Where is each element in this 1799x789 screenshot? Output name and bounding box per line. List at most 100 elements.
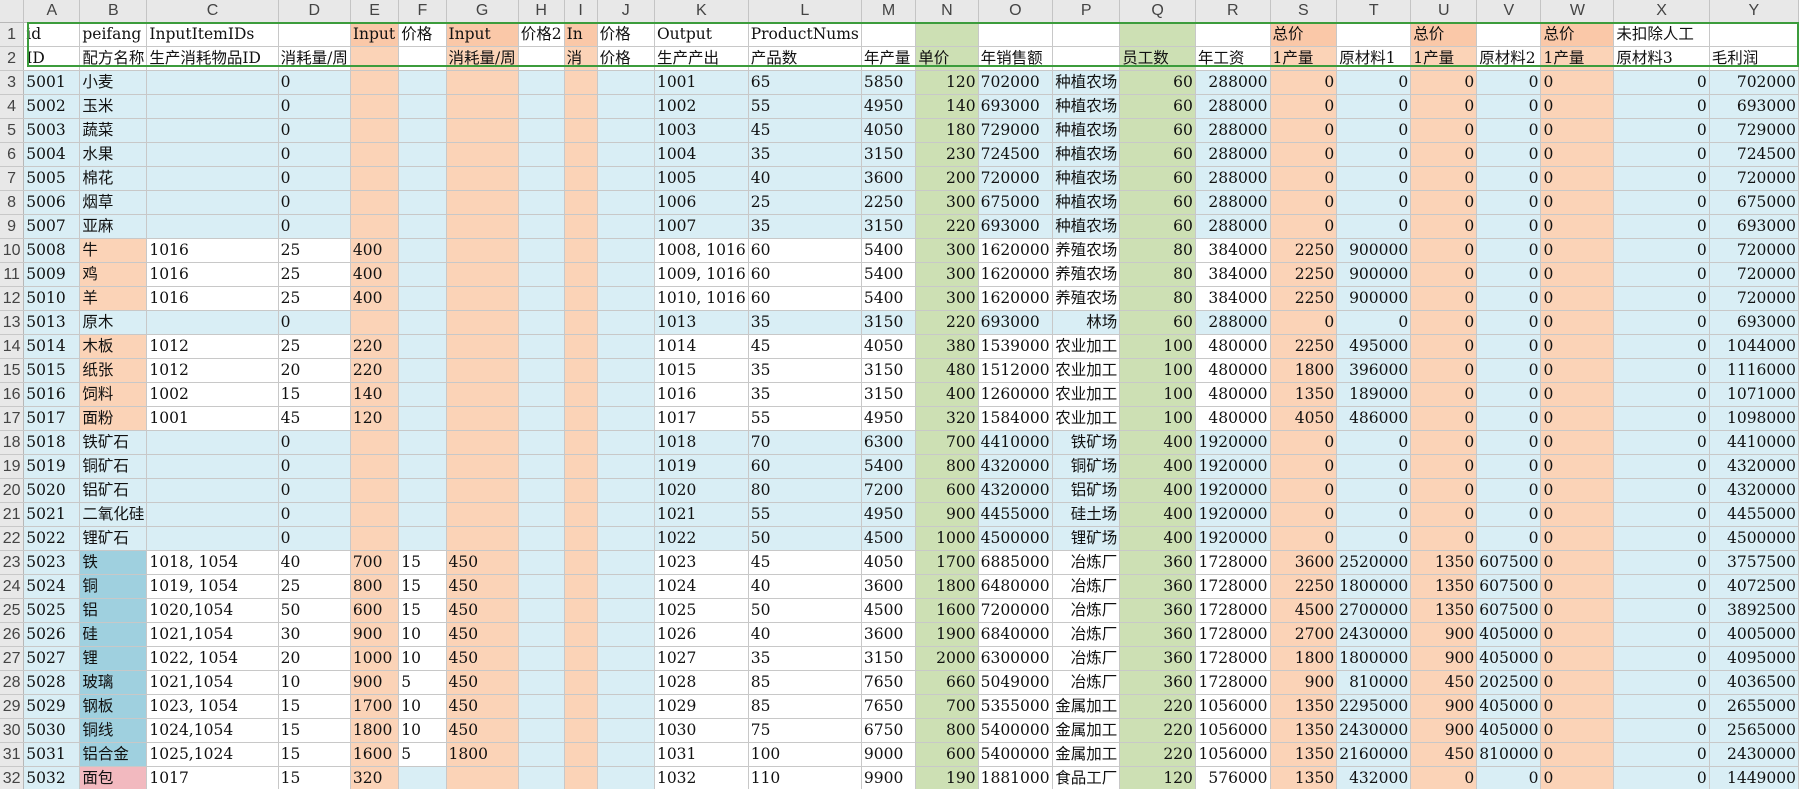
- cell-i17[interactable]: [564, 406, 598, 431]
- cell-d4[interactable]: 0: [278, 94, 351, 119]
- cell-n2[interactable]: 单价: [915, 46, 979, 71]
- cell-k28[interactable]: 1028: [654, 670, 749, 695]
- cell-m26[interactable]: 3600: [861, 622, 917, 647]
- cell-g12[interactable]: [446, 286, 519, 311]
- cell-m21[interactable]: 4950: [861, 502, 917, 527]
- cell-v6[interactable]: 0: [1476, 142, 1542, 167]
- cell-p18[interactable]: 铁矿场: [1052, 430, 1121, 455]
- cell-j28[interactable]: [597, 670, 655, 695]
- cell-w16[interactable]: 0: [1540, 382, 1615, 407]
- cell-q20[interactable]: 400: [1119, 478, 1196, 503]
- cell-u6[interactable]: 0: [1410, 142, 1478, 167]
- cell-l11[interactable]: 60: [748, 262, 862, 287]
- cell-i9[interactable]: [564, 214, 598, 239]
- cell-q6[interactable]: 60: [1119, 142, 1196, 167]
- cell-q30[interactable]: 220: [1119, 718, 1196, 743]
- cell-e24[interactable]: 800: [350, 574, 400, 599]
- cell-a24[interactable]: 5024: [23, 574, 81, 599]
- cell-w1[interactable]: 总价: [1540, 22, 1615, 47]
- cell-d9[interactable]: 0: [278, 214, 351, 239]
- cell-m6[interactable]: 3150: [861, 142, 917, 167]
- cell-x21[interactable]: 0: [1613, 502, 1710, 527]
- cell-a12[interactable]: 5010: [23, 286, 81, 311]
- cell-y4[interactable]: 693000: [1709, 94, 1799, 119]
- cell-p11[interactable]: 养殖农场: [1052, 262, 1121, 287]
- cell-o20[interactable]: 4320000: [978, 478, 1054, 503]
- cell-d18[interactable]: 0: [278, 430, 351, 455]
- cell-f18[interactable]: [398, 430, 447, 455]
- cell-y7[interactable]: 720000: [1709, 166, 1799, 191]
- cell-w5[interactable]: 0: [1540, 118, 1615, 143]
- cell-k21[interactable]: 1021: [654, 502, 749, 527]
- cell-v15[interactable]: 0: [1476, 358, 1542, 383]
- cell-a1[interactable]: id: [23, 22, 81, 47]
- cell-m1[interactable]: [861, 22, 917, 47]
- column-header-u[interactable]: U: [1410, 0, 1478, 23]
- cell-e28[interactable]: 900: [350, 670, 400, 695]
- cell-v5[interactable]: 0: [1476, 118, 1542, 143]
- cell-y32[interactable]: 1449000: [1709, 766, 1799, 789]
- cell-i10[interactable]: [564, 238, 598, 263]
- cell-g20[interactable]: [446, 478, 519, 503]
- cell-a18[interactable]: 5018: [23, 430, 81, 455]
- cell-j7[interactable]: [597, 166, 655, 191]
- cell-t16[interactable]: 189000: [1336, 382, 1412, 407]
- cell-c22[interactable]: [146, 526, 279, 551]
- cell-n5[interactable]: 180: [915, 118, 979, 143]
- cell-b26[interactable]: 硅: [79, 622, 148, 647]
- cell-k30[interactable]: 1030: [654, 718, 749, 743]
- cell-h30[interactable]: [518, 718, 565, 743]
- cell-a19[interactable]: 5019: [23, 454, 81, 479]
- cell-e27[interactable]: 1000: [350, 646, 400, 671]
- cell-s4[interactable]: 0: [1270, 94, 1338, 119]
- cell-k13[interactable]: 1013: [654, 310, 749, 335]
- cell-i31[interactable]: [564, 742, 598, 767]
- cell-e1[interactable]: Input: [350, 22, 400, 47]
- cell-q15[interactable]: 100: [1119, 358, 1196, 383]
- cell-s11[interactable]: 2250: [1270, 262, 1338, 287]
- cell-w7[interactable]: 0: [1540, 166, 1615, 191]
- cell-b3[interactable]: 小麦: [79, 70, 148, 95]
- cell-b32[interactable]: 面包: [79, 766, 148, 789]
- cell-e7[interactable]: [350, 166, 400, 191]
- cell-f4[interactable]: [398, 94, 447, 119]
- cell-n11[interactable]: 300: [915, 262, 979, 287]
- cell-b20[interactable]: 铝矿石: [79, 478, 148, 503]
- cell-v26[interactable]: 405000: [1476, 622, 1542, 647]
- column-header-j[interactable]: J: [597, 0, 655, 23]
- cell-b1[interactable]: peifang: [79, 22, 148, 47]
- cell-i7[interactable]: [564, 166, 598, 191]
- cell-u28[interactable]: 450: [1410, 670, 1478, 695]
- cell-s21[interactable]: 0: [1270, 502, 1338, 527]
- cell-t11[interactable]: 900000: [1336, 262, 1412, 287]
- cell-o13[interactable]: 693000: [978, 310, 1054, 335]
- cell-e32[interactable]: 320: [350, 766, 400, 789]
- cell-m9[interactable]: 3150: [861, 214, 917, 239]
- cell-d15[interactable]: 20: [278, 358, 351, 383]
- cell-m8[interactable]: 2250: [861, 190, 917, 215]
- column-header-m[interactable]: M: [861, 0, 917, 23]
- cell-s1[interactable]: 总价: [1270, 22, 1338, 47]
- cell-k27[interactable]: 1027: [654, 646, 749, 671]
- cell-k6[interactable]: 1004: [654, 142, 749, 167]
- cell-x7[interactable]: 0: [1613, 166, 1710, 191]
- cell-w19[interactable]: 0: [1540, 454, 1615, 479]
- cell-n28[interactable]: 660: [915, 670, 979, 695]
- cell-e21[interactable]: [350, 502, 400, 527]
- cell-i13[interactable]: [564, 310, 598, 335]
- cell-d13[interactable]: 0: [278, 310, 351, 335]
- cell-g15[interactable]: [446, 358, 519, 383]
- cell-f11[interactable]: [398, 262, 447, 287]
- row-header[interactable]: 22: [0, 526, 25, 551]
- cell-s31[interactable]: 1350: [1270, 742, 1338, 767]
- cell-g22[interactable]: [446, 526, 519, 551]
- cell-c31[interactable]: 1025,1024: [146, 742, 279, 767]
- cell-o31[interactable]: 5400000: [978, 742, 1054, 767]
- cell-e26[interactable]: 900: [350, 622, 400, 647]
- cell-t27[interactable]: 1800000: [1336, 646, 1412, 671]
- cell-k31[interactable]: 1031: [654, 742, 749, 767]
- cell-n14[interactable]: 380: [915, 334, 979, 359]
- cell-t31[interactable]: 2160000: [1336, 742, 1412, 767]
- cell-x12[interactable]: 0: [1613, 286, 1710, 311]
- cell-c23[interactable]: 1018, 1054: [146, 550, 279, 575]
